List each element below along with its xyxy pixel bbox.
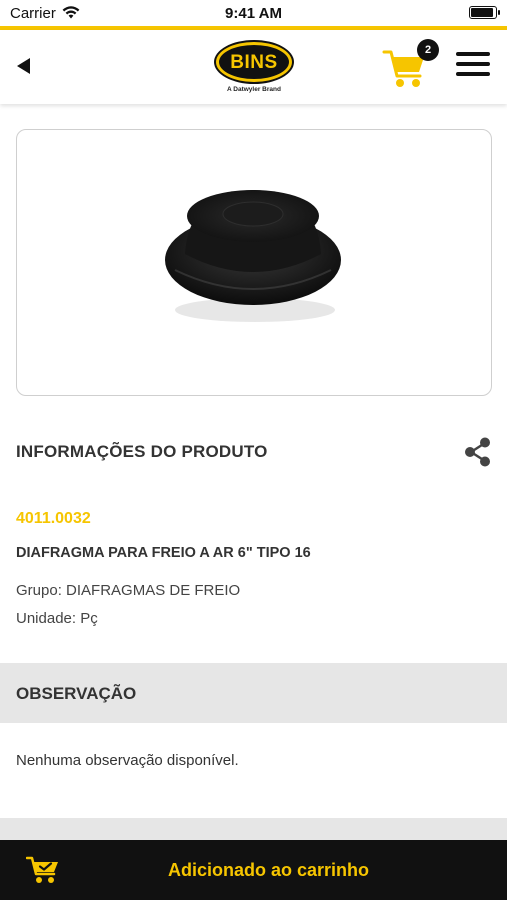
hamburger-menu-line: [456, 72, 490, 76]
added-to-cart-toast[interactable]: Adicionado ao carrinho: [0, 840, 507, 900]
logo-text: BINS: [230, 52, 278, 73]
battery-icon: [469, 6, 500, 19]
hamburger-menu-icon: [456, 52, 490, 56]
observation-header: OBSERVAÇÃO: [0, 663, 507, 723]
observation-text: Nenhuma observação disponível.: [16, 752, 239, 769]
logo-subtitle: A Datwyler Brand: [227, 86, 281, 93]
back-triangle-icon: [17, 58, 30, 74]
product-code: 4011.0032: [16, 510, 91, 527]
share-button[interactable]: [463, 436, 493, 468]
product-group: Grupo: DIAFRAGMAS DE FREIO: [16, 582, 241, 599]
status-bar: Carrier 9:41 AM: [0, 0, 507, 26]
app-header: BINS A Datwyler Brand 2: [0, 30, 507, 104]
hamburger-menu-line: [456, 62, 490, 66]
product-name: DIAFRAGMA PARA FREIO A AR 6" TIPO 16: [16, 545, 311, 561]
product-image-card: [16, 129, 492, 396]
cart-count-badge: 2: [417, 39, 439, 61]
share-icon: [465, 437, 490, 467]
back-button[interactable]: [14, 55, 34, 77]
product-image: [165, 190, 341, 322]
toast-message: Adicionado ao carrinho: [167, 860, 370, 880]
product-unit: Unidade: Pç: [16, 610, 98, 627]
status-time: 9:41 AM: [225, 5, 282, 22]
product-info-title: INFORMAÇÕES DO PRODUTO: [16, 442, 268, 461]
observation-title: OBSERVAÇÃO: [16, 684, 137, 703]
brand-logo: BINS A Datwyler Brand: [214, 40, 294, 96]
next-section-header: [0, 818, 507, 840]
battery-level: [471, 8, 493, 17]
menu-button[interactable]: [456, 50, 490, 78]
